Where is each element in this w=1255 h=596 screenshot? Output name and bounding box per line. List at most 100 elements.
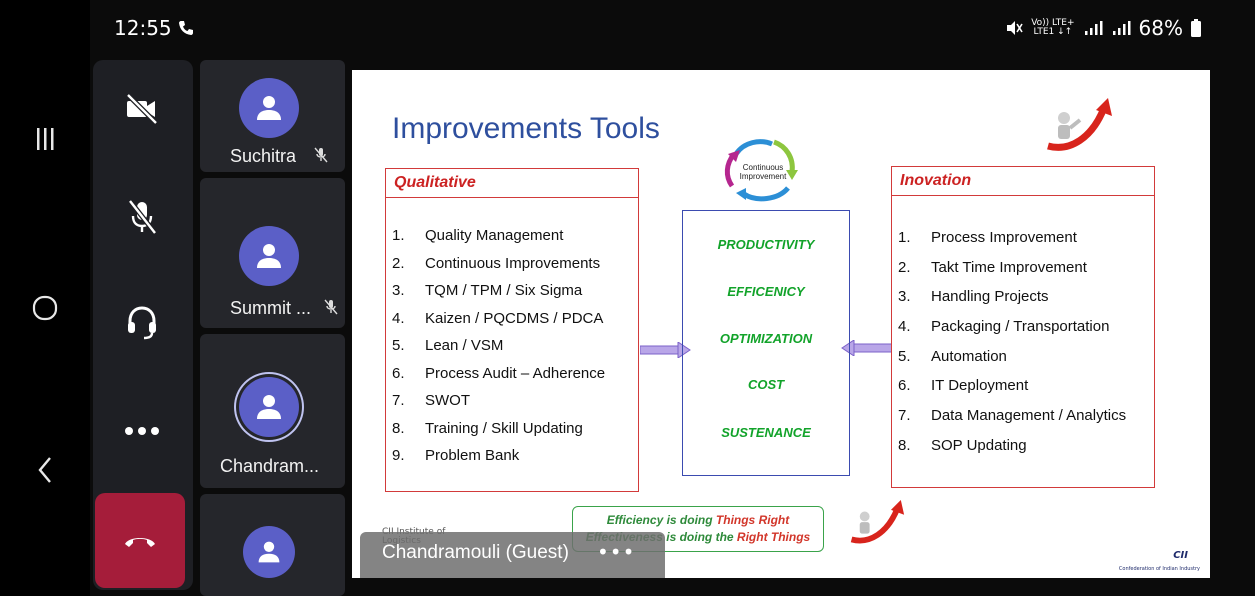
continuous-improvement-cycle-icon: Continuous Improvement xyxy=(724,139,798,202)
list-item: 6. Process Audit – Adherence xyxy=(392,365,605,393)
participant-tile[interactable]: Suchitra xyxy=(200,60,345,172)
audio-device-button[interactable] xyxy=(107,288,177,358)
presenter-label[interactable]: Chandramouli (Guest) ••• xyxy=(360,532,665,578)
item-text: IT Deployment xyxy=(931,377,1029,395)
item-text: Automation xyxy=(931,347,1007,365)
recent-apps-icon xyxy=(37,128,54,150)
back-button[interactable] xyxy=(20,445,70,495)
status-icons: Vo)) LTE+ LTE1 ↓↑ 68% xyxy=(1005,16,1201,40)
item-number: 4. xyxy=(392,309,405,327)
shared-slide: Improvements Tools Continuous Improvemen… xyxy=(352,70,1210,578)
status-bar: 12:55 Vo)) LTE+ LTE1 ↓↑ 68% xyxy=(90,0,1215,62)
signal-2-icon xyxy=(1112,21,1131,35)
focus-item: PRODUCTIVITY xyxy=(717,237,815,252)
item-number: 6. xyxy=(898,377,911,395)
more-icon xyxy=(125,427,159,435)
person-icon xyxy=(257,395,281,419)
item-text: Packaging / Transportation xyxy=(931,318,1110,336)
hang-up-button[interactable] xyxy=(95,493,185,588)
battery-percentage: 68% xyxy=(1138,16,1183,40)
call-controls xyxy=(93,60,193,590)
item-text: Process Improvement xyxy=(931,229,1077,246)
avatar xyxy=(239,78,299,138)
item-text: Takt Time Improvement xyxy=(931,258,1087,276)
camera-toggle-button[interactable] xyxy=(107,74,177,144)
list-item: 6. IT Deployment xyxy=(898,377,1126,407)
list-item: 5. Lean / VSM xyxy=(392,337,605,365)
presenter-more-button[interactable]: ••• xyxy=(597,540,635,564)
avatar xyxy=(239,226,299,286)
item-text: TQM / TPM / Six Sigma xyxy=(425,282,583,299)
network-type-bottom: LTE1 ↓↑ xyxy=(1033,27,1073,37)
item-text: SWOT xyxy=(425,392,470,409)
participant-name: Summit ... xyxy=(230,298,312,318)
item-text: Lean / VSM xyxy=(425,337,504,354)
list-item: 1. Quality Management xyxy=(392,227,605,255)
qualitative-header: Qualitative xyxy=(386,169,638,198)
person-icon xyxy=(258,541,280,563)
recent-apps-button[interactable] xyxy=(20,114,70,164)
home-button[interactable] xyxy=(20,283,70,333)
microphone-toggle-button[interactable] xyxy=(107,182,177,252)
participant-list: Suchitra Summit ... Chandram... xyxy=(200,60,345,596)
item-number: 8. xyxy=(898,436,911,454)
camera-off-icon xyxy=(126,93,158,125)
participant-tile[interactable]: Summit ... xyxy=(200,178,345,328)
item-number: 2. xyxy=(898,258,911,276)
quote-highlight: Right Things xyxy=(736,530,811,544)
growth-arrow-illustration-small xyxy=(850,500,905,544)
focus-item: SUSTENANCE xyxy=(721,425,811,440)
participant-tile[interactable] xyxy=(200,494,345,596)
participant-name: Chandram... xyxy=(220,456,320,476)
participant-name: Suchitra xyxy=(230,146,297,166)
item-number: 5. xyxy=(898,347,911,365)
item-number: 3. xyxy=(898,288,911,306)
item-number: 6. xyxy=(392,364,405,382)
list-item: 8. Training / Skill Updating xyxy=(392,420,605,448)
participant-tile-active-speaker[interactable]: Chandram... xyxy=(200,334,345,488)
focus-item: COST xyxy=(747,377,785,392)
quote-line-1: Efficiency is doing Things Right xyxy=(573,513,823,527)
avatar xyxy=(243,526,295,578)
mic-muted-icon xyxy=(314,147,328,167)
list-item: 3. Handling Projects xyxy=(898,288,1126,318)
microphone-off-icon xyxy=(128,199,157,235)
item-number: 2. xyxy=(392,254,405,272)
android-nav-bar xyxy=(0,0,90,596)
battery-icon xyxy=(1191,19,1201,37)
network-type: Vo)) LTE+ LTE1 ↓↑ xyxy=(1031,19,1074,37)
back-icon xyxy=(38,457,51,483)
item-text: Quality Management xyxy=(425,227,564,244)
call-in-progress-icon xyxy=(179,21,193,35)
item-text: Data Management / Analytics xyxy=(931,407,1127,425)
item-text: Problem Bank xyxy=(425,447,520,464)
person-icon xyxy=(257,244,281,268)
item-number: 7. xyxy=(392,392,405,409)
list-item: 2. Takt Time Improvement xyxy=(898,259,1126,289)
signal-1-icon xyxy=(1084,21,1103,35)
list-item: 4. Kaizen / PQCDMS / PDCA xyxy=(392,310,605,338)
focus-item: OPTIMIZATION xyxy=(719,331,813,346)
quote-highlight: Things Right xyxy=(715,513,790,527)
qualitative-heading: Qualitative xyxy=(394,174,476,191)
hang-up-icon xyxy=(125,537,155,547)
item-text: Process Audit – Adherence xyxy=(425,364,606,382)
item-number: 7. xyxy=(898,407,911,425)
more-options-button[interactable] xyxy=(107,396,177,466)
item-text: Kaizen / PQCDMS / PDCA xyxy=(425,309,604,327)
presenter-name: Chandramouli (Guest) xyxy=(382,542,569,563)
qualitative-list: 1. Quality Management 2. Continuous Improv… xyxy=(392,227,605,475)
cycle-label-line1: Continuous xyxy=(743,163,783,172)
qualitative-box: Qualitative 1. Quality Management 2. Conti… xyxy=(385,168,639,492)
item-number: 8. xyxy=(392,419,405,437)
list-item: 2. Continuous Improvements xyxy=(392,255,605,283)
list-item: 4. Packaging / Transportation xyxy=(898,318,1126,348)
item-text: Handling Projects xyxy=(931,288,1049,306)
cycle-label-line2: Improvement xyxy=(740,172,787,181)
mute-notifications-icon xyxy=(1007,21,1023,35)
list-item: 7. Data Management / Analytics xyxy=(898,407,1126,437)
inovation-list: 1. Process Improvement 2. Takt Time Improv… xyxy=(898,229,1126,467)
home-icon xyxy=(32,295,58,321)
inovation-heading: Inovation xyxy=(900,172,972,189)
item-number: 3. xyxy=(392,282,405,299)
